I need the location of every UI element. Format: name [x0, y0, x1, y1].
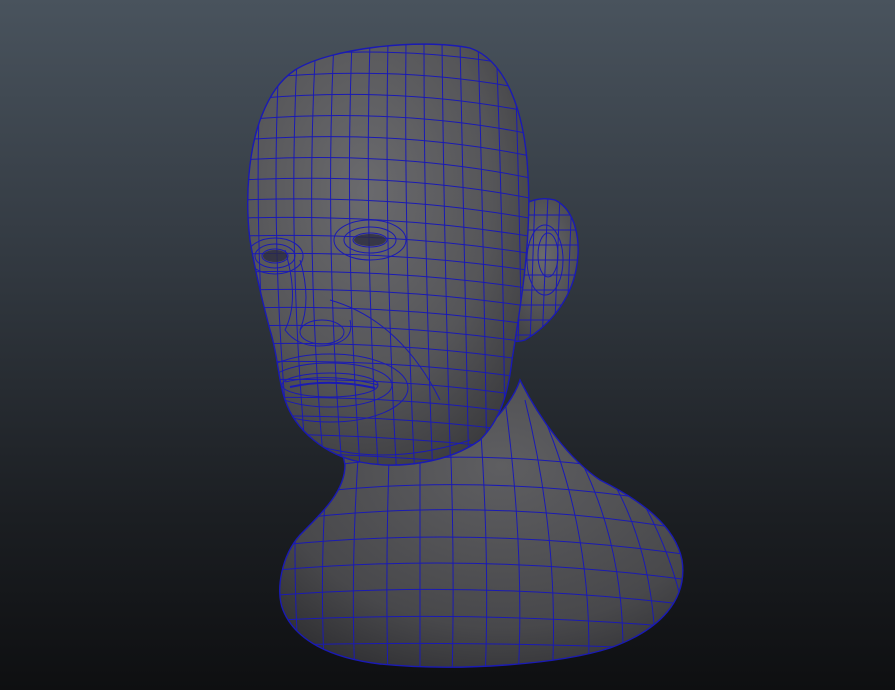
3d-viewport[interactable]	[0, 0, 895, 690]
head-model[interactable]	[0, 0, 895, 690]
head-mesh	[247, 43, 530, 466]
